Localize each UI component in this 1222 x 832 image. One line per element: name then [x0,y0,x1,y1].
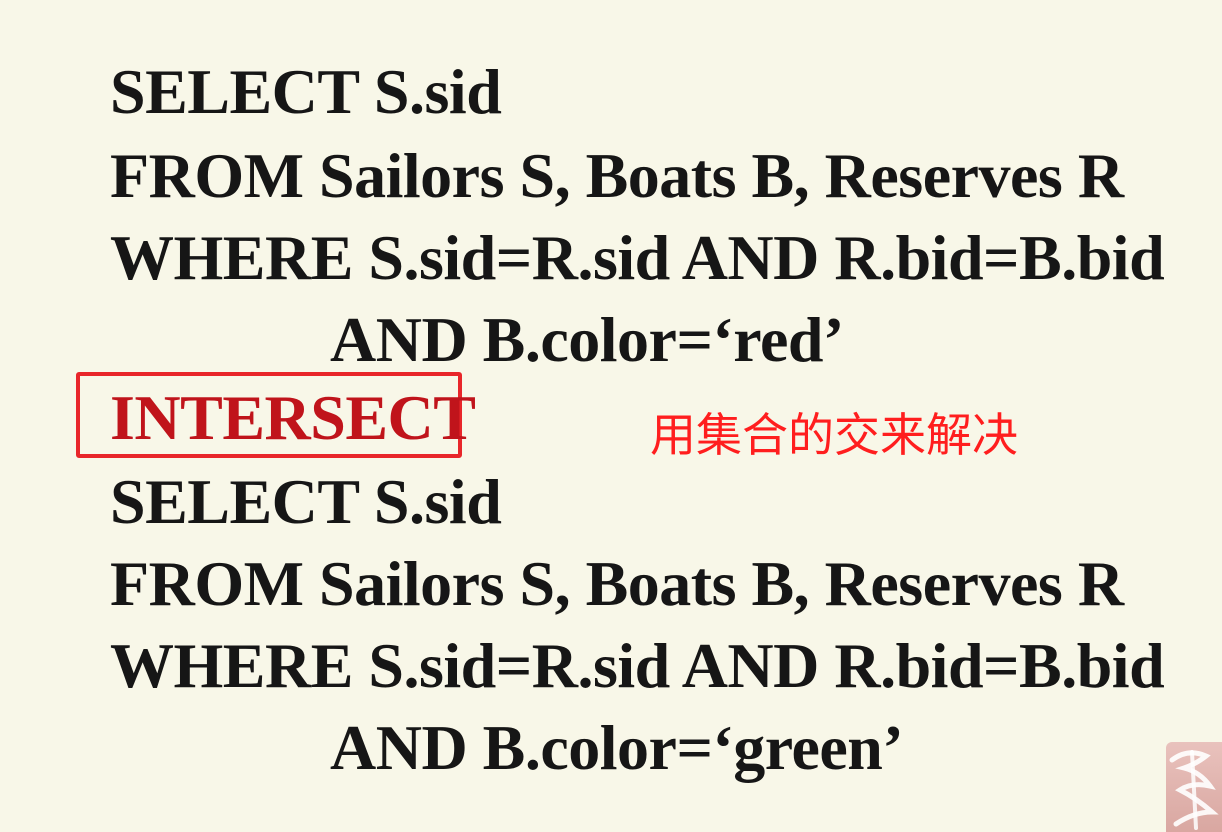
query2-select-line: SELECT S.sid [110,466,502,537]
query1-select-line: SELECT S.sid [110,56,502,127]
watermark-logo-icon [1166,742,1222,832]
query2-and-line: AND B.color=‘green’ [330,712,904,783]
intersect-operator: INTERSECT [110,382,476,453]
lecture-slide: SELECT S.sid FROM Sailors S, Boats B, Re… [0,0,1222,832]
annotation-note: 用集合的交来解决 [650,408,1018,462]
query1-and-line: AND B.color=‘red’ [330,304,844,375]
query1-from-line: FROM Sailors S, Boats B, Reserves R [110,140,1124,211]
query1-where-line: WHERE S.sid=R.sid AND R.bid=B.bid [110,222,1165,293]
query2-from-line: FROM Sailors S, Boats B, Reserves R [110,548,1124,619]
query2-where-line: WHERE S.sid=R.sid AND R.bid=B.bid [110,630,1165,701]
